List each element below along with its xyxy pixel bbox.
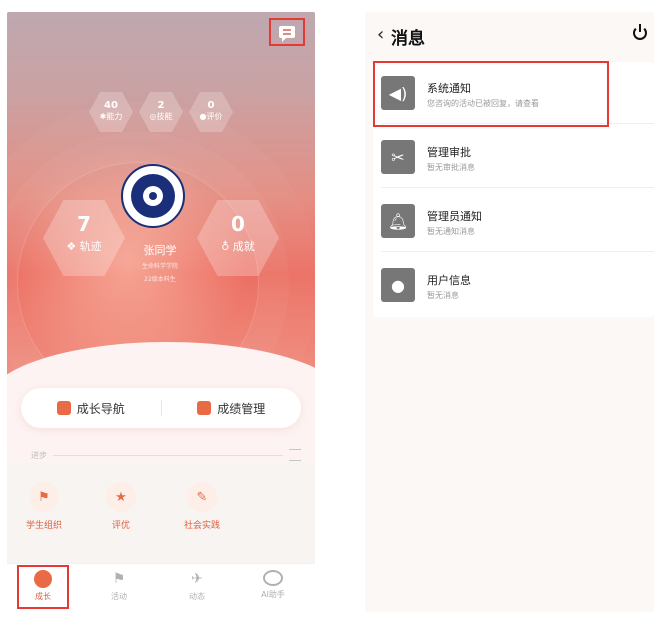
growth-nav-label: 成长导航 (76, 401, 125, 416)
message-subtitle: 暂无审批消息 (427, 163, 475, 172)
message-item-approval[interactable]: ✂ 管理审批 暂无审批消息 (373, 126, 654, 188)
messages-button[interactable] (269, 18, 305, 46)
practice-icon: ✎ (187, 482, 217, 512)
profile-hero: 40 ✱能力 2 ◎技能 0 ●评价 7 ❖ 轨迹 0 ♁ 成就 张同学 生命科… (7, 12, 315, 462)
stat-label: ●评价 (199, 112, 223, 121)
slider-track (53, 454, 283, 456)
tab-activity[interactable]: ⚑ 活动 (93, 570, 145, 602)
message-title: 管理员通知 (427, 210, 482, 223)
divider (381, 251, 654, 252)
message-item-admin[interactable]: 🔔︎ 管理员通知 暂无通知消息 (373, 190, 654, 252)
track-label: ❖ 轨迹 (66, 240, 102, 253)
tab-feed[interactable]: ✈ 动态 (171, 570, 223, 602)
message-subtitle: 暂无消息 (427, 291, 459, 300)
tab-label: 动态 (189, 592, 205, 601)
user-dept: 生命科学学院 (141, 263, 178, 270)
growth-nav-button[interactable]: 成长导航 (21, 400, 161, 417)
grid-excellence[interactable]: ★ 评优 (86, 482, 156, 531)
user-grade: 22级本科生 (144, 276, 176, 283)
quick-nav-card: 成长导航 成绩管理 (21, 388, 301, 428)
back-icon[interactable]: ‹ (377, 26, 384, 44)
stat-skill[interactable]: 2 ◎技能 (139, 92, 183, 132)
grid-label: 社会实践 (183, 521, 220, 531)
stat-value: 0 (207, 100, 215, 111)
calendar-icon (197, 401, 212, 415)
grade-mgmt-button[interactable]: 成绩管理 (162, 400, 302, 417)
tab-growth[interactable]: 成长 (17, 570, 69, 602)
bottom-tab-bar: 成长 ⚑ 活动 ✈ 动态 AI助手 (7, 563, 315, 612)
message-subtitle: 暂无通知消息 (427, 227, 475, 236)
flag-icon: ⚑ (112, 571, 126, 587)
achievement-label: ♁ 成就 (221, 240, 255, 253)
adjust-icon[interactable] (289, 449, 301, 461)
tab-label: 活动 (111, 592, 127, 601)
message-title: 管理审批 (427, 146, 471, 159)
grid-social-practice[interactable]: ✎ 社会实践 (167, 482, 237, 531)
stat-ability[interactable]: 40 ✱能力 (89, 92, 133, 132)
stat-label: ✱能力 (99, 112, 123, 121)
system-notice-highlight (373, 61, 609, 127)
message-icon (279, 26, 295, 42)
activity-icon: ✈ (191, 571, 203, 587)
robot-icon (263, 570, 283, 586)
progress-label: 进步 (31, 450, 47, 460)
trophy-icon: ★ (106, 482, 136, 512)
progress-slider[interactable]: 进步 (31, 448, 301, 462)
bell-icon: 🔔︎ (381, 204, 415, 238)
user-name: 张同学 (143, 244, 177, 257)
page-title: 消息 (391, 29, 425, 49)
growth-screen: 40 ✱能力 2 ◎技能 0 ●评价 7 ❖ 轨迹 0 ♁ 成就 张同学 生命科… (7, 12, 315, 612)
stat-evaluation[interactable]: 0 ●评价 (189, 92, 233, 132)
tab-label: AI助手 (261, 590, 285, 599)
stat-value: 2 (157, 100, 165, 111)
university-logo (121, 164, 185, 228)
messages-header: ‹ 消息 (365, 12, 654, 58)
message-title: 用户信息 (427, 274, 471, 287)
compass-icon (34, 570, 52, 588)
power-icon[interactable] (633, 24, 647, 40)
grid-label: 学生组织 (25, 521, 62, 531)
tools-icon: ✂ (381, 140, 415, 174)
achievement-value: 0 (231, 212, 245, 236)
grid-student-org[interactable]: ⚑ 学生组织 (9, 482, 79, 531)
tab-ai-assistant[interactable]: AI助手 (247, 570, 299, 600)
grade-mgmt-label: 成绩管理 (217, 401, 266, 416)
messages-screen: ‹ 消息 ◀) 系统通知 您咨询的活动已被回复，请查看 ✂ 管理审批 暂无审批消… (365, 12, 654, 612)
tab-label: 成长 (35, 592, 51, 601)
map-pin-icon (56, 401, 71, 415)
track-value: 7 (77, 212, 91, 236)
divider (381, 187, 654, 188)
user-icon: ● (381, 268, 415, 302)
grid-label: 评优 (111, 521, 130, 531)
message-item-user[interactable]: ● 用户信息 暂无消息 (373, 254, 654, 316)
stat-label: ◎技能 (149, 112, 173, 121)
flag-icon: ⚑ (29, 482, 59, 512)
stat-value: 40 (104, 100, 118, 111)
